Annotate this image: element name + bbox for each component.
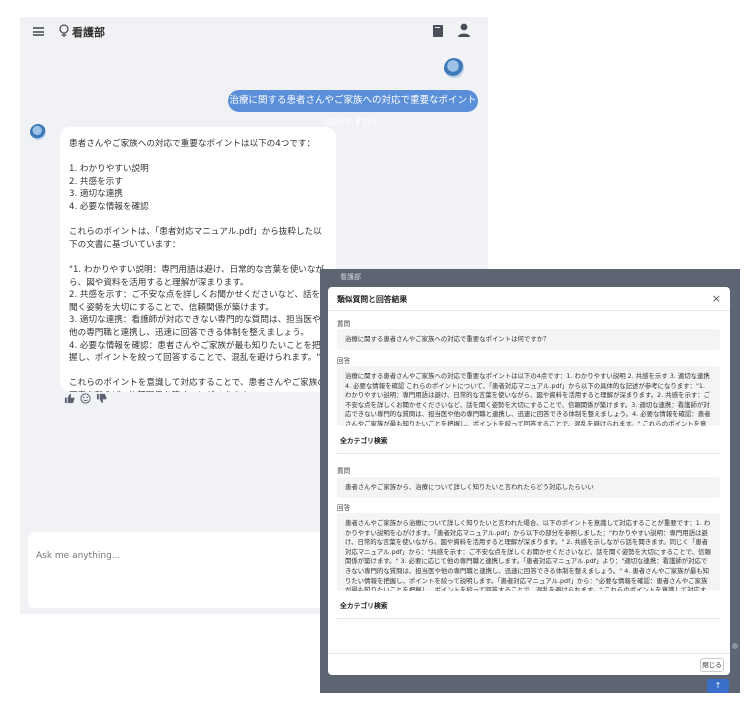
- dialog-footer: 閉じる: [328, 653, 730, 675]
- all-category-search-link[interactable]: 全カテゴリ検索: [340, 435, 388, 445]
- assistant-avatar-icon: [30, 124, 46, 140]
- department-title: 看護部: [72, 26, 105, 39]
- assistant-message: 患者さんやご家族への対応で重要なポイントは以下の4つです： 1. わかりやすい説…: [60, 127, 336, 392]
- thumbs-up-icon[interactable]: [64, 393, 75, 404]
- divider: [337, 618, 720, 619]
- background-title: 看護部: [340, 273, 361, 281]
- answer-label: 回答: [337, 504, 351, 512]
- answer-text: 治療に関する患者さんやご家族への対応で重要なポイントは以下の4点です：1. わか…: [337, 366, 720, 426]
- user-icon[interactable]: [457, 23, 471, 38]
- close-icon[interactable]: ×: [712, 292, 721, 305]
- divider: [337, 453, 720, 454]
- close-button[interactable]: 閉じる: [700, 658, 724, 672]
- top-bar: 看護部: [20, 17, 488, 45]
- thumbs-down-icon[interactable]: [96, 393, 107, 404]
- answer-text: 患者さんやご家族から治療について詳しく知りたいと言われた場合、以下のポイントを意…: [337, 513, 720, 591]
- dialog-header: 類似質問と回答結果 ×: [328, 287, 730, 311]
- scroll-up-icon[interactable]: ↑: [707, 679, 729, 693]
- question-label: 質問: [337, 467, 351, 475]
- smile-face-icon[interactable]: [80, 393, 91, 404]
- question-label: 質問: [337, 320, 351, 328]
- similar-questions-dialog: 類似質問と回答結果 × 質問 治療に関する患者さんやご家族への対応で重要なポイン…: [328, 287, 730, 675]
- all-category-search-link[interactable]: 全カテゴリ検索: [340, 600, 388, 610]
- user-message: 治療に関する患者さんやご家族への対応で重要なポイントは何ですか？: [228, 90, 478, 128]
- question-text: 治療に関する患者さんやご家族への対応で重要なポイントは何ですか？: [337, 329, 720, 350]
- answer-label: 回答: [337, 357, 351, 365]
- scroll-indicator: [732, 643, 738, 649]
- question-text: 患者さんやご家族から、治療について詳しく知りたいと言われたらどう対応したらいい: [337, 477, 720, 498]
- lightbulb-icon: [59, 24, 69, 37]
- dialog-title: 類似質問と回答結果: [337, 295, 408, 304]
- modal-overlay: 看護部 類似質問と回答結果 × 質問 治療に関する患者さんやご家族への対応で重要…: [320, 269, 740, 693]
- assistant-avatar-icon: [444, 58, 464, 78]
- book-icon[interactable]: [433, 25, 443, 37]
- hamburger-menu-icon[interactable]: [33, 27, 44, 36]
